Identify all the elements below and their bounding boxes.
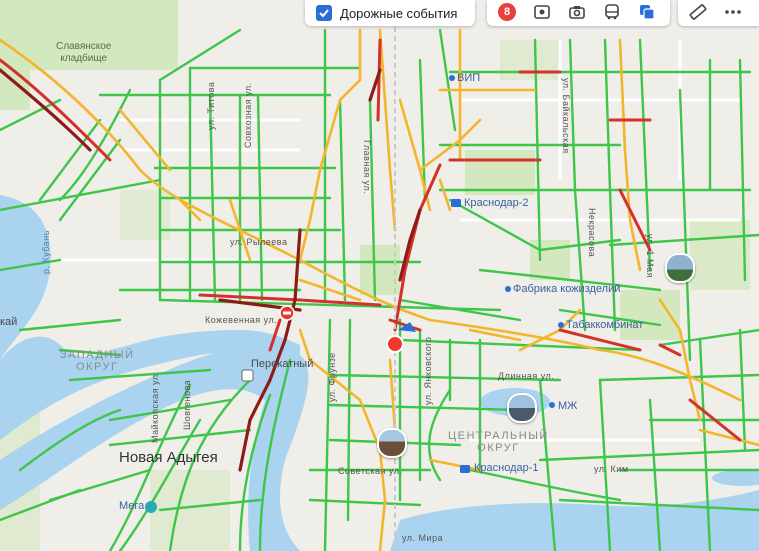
may1-street-label: ул. 1 Мая — [645, 234, 655, 279]
western-district-line2: округ — [76, 361, 119, 373]
panorama-button[interactable] — [527, 0, 557, 24]
more-button[interactable] — [718, 0, 748, 24]
location-pin-icon[interactable] — [386, 335, 404, 353]
shovgenova-street-label: Шовгенова — [182, 379, 192, 430]
photo-thumbnail-icon[interactable] — [665, 253, 695, 283]
more-icon — [725, 10, 741, 14]
transit-button[interactable] — [597, 0, 627, 24]
road-events-checkbox[interactable] — [316, 5, 332, 21]
novaya-adygea-label: Новая Адыгея — [119, 449, 218, 466]
nekrasova-street-label: Некрасова — [587, 208, 597, 258]
photo-thumbnail-icon[interactable] — [507, 393, 537, 423]
maikopskaya-street-label: Майкопская ул. — [150, 371, 160, 443]
mzh-label[interactable]: МЖ — [558, 400, 577, 412]
tools-toolbar — [678, 0, 759, 26]
road-closed-icon[interactable] — [279, 305, 295, 321]
central-district-line2: округ — [477, 442, 520, 454]
cemetery-label-line1: Славянское — [56, 41, 112, 52]
sovkhoznaya-street-label: Совхозная ул. — [243, 82, 253, 148]
kai-label: кай — [0, 316, 18, 328]
map-layers-toolbar: 8 — [487, 0, 670, 26]
tobacco-factory-label[interactable]: Табаккомбинат — [566, 319, 643, 331]
mega-shop-icon[interactable] — [145, 501, 157, 513]
titova-street-label: ул. Титова — [206, 81, 216, 130]
vip-label[interactable]: ВИП — [457, 72, 480, 84]
kozhevennaya-street-label: Кожевенная ул. — [205, 315, 278, 325]
photo-thumbnail-icon[interactable] — [377, 428, 407, 458]
metro-dot-mzh-icon — [549, 402, 555, 408]
station-krasnodar1-icon[interactable] — [460, 465, 470, 473]
central-district-label: Центральный округ — [448, 430, 549, 454]
photo-button[interactable] — [562, 0, 592, 24]
bus-icon — [605, 4, 619, 20]
dlinnaya-street-label: Длинная ул. — [498, 371, 555, 381]
metro-dot-tabak-icon — [558, 322, 564, 328]
panorama-icon — [534, 5, 550, 19]
camera-icon — [569, 6, 585, 19]
perekatny-label: Перекатный — [251, 358, 314, 370]
traffic-score-badge: 8 — [498, 3, 516, 21]
cemetery-label: Славянское кладбище — [56, 41, 111, 65]
cemetery-label-line2: кладбище — [60, 53, 108, 64]
kim-street-label: ул. Ким — [594, 464, 629, 474]
metro-dot-fabrika-icon — [505, 286, 511, 292]
mira-street-label: ул. Мира — [402, 533, 444, 543]
layers-button[interactable] — [632, 0, 662, 24]
ruler-button[interactable] — [683, 0, 713, 24]
frunze-street-label: ул. Фрунзе — [327, 352, 337, 402]
ryleeva-street-label: ул. Рылеева — [230, 237, 288, 247]
krasnodar1-label[interactable]: Краснодар-1 — [474, 462, 539, 474]
central-district-line1: Центральный — [448, 430, 549, 442]
sovetskaya-street-label: Советская ул. — [338, 466, 403, 476]
yankovskogo-street-label: ул. Янковского — [423, 336, 433, 405]
checkmark-icon — [319, 9, 329, 18]
glavnaya-street-label: Главная ул. — [362, 140, 372, 195]
station-krasnodar2-icon[interactable] — [451, 199, 461, 207]
western-district-line1: Западный — [60, 349, 135, 361]
krasnodar2-label[interactable]: Краснодар-2 — [464, 197, 529, 209]
ruler-icon — [689, 4, 707, 20]
leather-factory-label[interactable]: Фабрика кожизделий — [513, 283, 620, 295]
road-events-label: Дорожные события — [340, 5, 458, 21]
bus-station-icon[interactable] — [241, 369, 254, 382]
kuban-river-label: р. Кубань — [41, 230, 51, 274]
mega-label[interactable]: Мега — [119, 500, 144, 512]
baikalskaya-street-label: ул. Байкальская — [561, 78, 571, 154]
road-events-toggle[interactable]: Дорожные события — [305, 0, 475, 26]
metro-dot-vip-icon — [449, 75, 455, 81]
layers-icon — [640, 5, 655, 20]
traffic-score-button[interactable]: 8 — [492, 0, 522, 24]
western-district-label: Западный округ — [60, 349, 135, 373]
